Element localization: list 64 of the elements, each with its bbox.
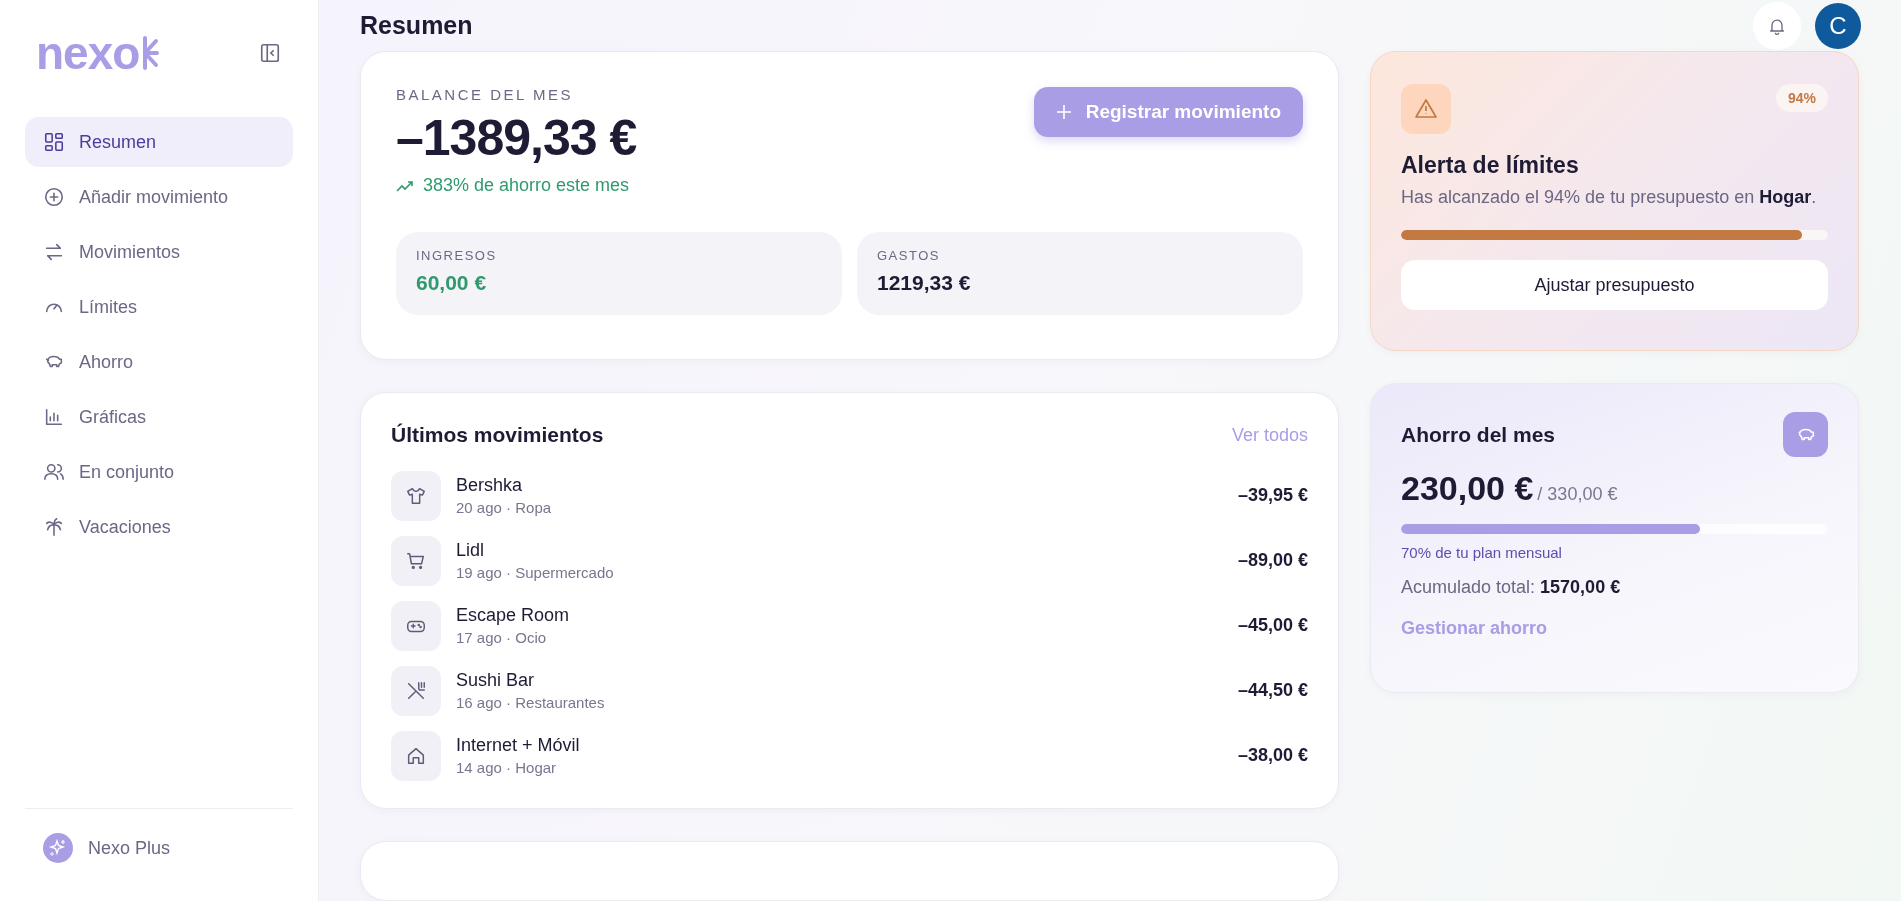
total-label: Acumulado total: — [1401, 577, 1536, 598]
sparkle-icon — [43, 833, 73, 863]
savings-trend-text: 383% de ahorro este mes — [423, 175, 630, 196]
savings-title: Ahorro del mes — [1401, 422, 1556, 447]
category-icon — [391, 470, 441, 521]
nav-icon — [43, 516, 65, 538]
movement-meta: 14 ago · Hogar — [456, 759, 558, 776]
section-title: Últimos movimientos — [391, 423, 604, 447]
plus-icon — [1055, 104, 1072, 120]
nexo-plus-link[interactable]: Nexo Plus — [43, 833, 275, 863]
nav-item[interactable]: Añadir movimiento — [25, 172, 293, 222]
movement-amount: –39,95 € — [1237, 485, 1308, 506]
nav-item[interactable]: Ahorro — [25, 337, 293, 387]
notifications-button[interactable] — [1753, 1, 1801, 50]
category-icon — [391, 665, 441, 716]
movement-amount: –44,50 € — [1237, 680, 1308, 701]
savings-target: / 330,00 € — [1537, 484, 1618, 505]
collapse-sidebar-icon[interactable] — [259, 42, 281, 64]
movement-amount: –38,00 € — [1237, 745, 1308, 766]
warning-icon — [1401, 84, 1451, 134]
piggy-bank-icon — [1783, 412, 1828, 457]
stat-label: GASTOS — [877, 248, 941, 263]
nav-icon — [43, 406, 65, 428]
movement-name: Escape Room — [456, 605, 571, 626]
nav-item[interactable]: Gráficas — [25, 392, 293, 442]
movement-meta: 19 ago · Supermercado — [456, 564, 615, 581]
nav-icon — [43, 241, 65, 263]
user-avatar[interactable]: C — [1815, 2, 1861, 49]
movement-meta: 20 ago · Ropa — [456, 499, 553, 516]
nav-icon — [43, 461, 65, 483]
page-title: Resumen — [360, 11, 473, 40]
movement-name: Lidl — [456, 540, 486, 561]
savings-amount: 230,00 € — [1401, 469, 1534, 508]
logo-text: nexo — [36, 30, 140, 76]
movement-name: Sushi Bar — [456, 670, 536, 691]
alert-title: Alerta de límites — [1401, 152, 1580, 179]
stat-value: 60,00 € — [416, 271, 488, 295]
movement-meta: 16 ago · Restaurantes — [456, 694, 606, 711]
category-icon — [391, 730, 441, 781]
nav-icon — [43, 131, 65, 153]
total-value: 1570,00 € — [1540, 577, 1621, 598]
movement-name: Bershka — [456, 475, 524, 496]
nav-item[interactable]: En conjunto — [25, 447, 293, 497]
nav-item[interactable]: Vacaciones — [25, 502, 293, 552]
nav-icon — [43, 186, 65, 208]
movement-amount: –45,00 € — [1237, 615, 1308, 636]
trend-up-icon — [396, 178, 414, 193]
balance-label: BALANCE DEL MES — [396, 86, 574, 103]
movement-amount: –89,00 € — [1237, 550, 1308, 571]
nav-item[interactable]: Movimientos — [25, 227, 293, 277]
percent-badge: 94% — [1775, 84, 1828, 112]
plan-percent-text: 70% de tu plan mensual — [1401, 544, 1563, 561]
asterisk-icon — [141, 36, 160, 70]
category-icon — [391, 600, 441, 651]
stat-label: INGRESOS — [416, 248, 498, 263]
nav-item[interactable]: Resumen — [25, 117, 293, 167]
balance-amount: –1389,33 € — [396, 109, 637, 167]
alert-message: Has alcanzado el 94% de tu presupuesto en Hogar. — [1401, 187, 1818, 208]
movement-name: Internet + Móvil — [456, 735, 581, 756]
stat-value: 1219,33 € — [877, 271, 972, 295]
movement-meta: 17 ago · Ocio — [456, 629, 548, 646]
category-icon — [391, 535, 441, 586]
nav-item[interactable]: Límites — [25, 282, 293, 332]
adjust-budget-button[interactable]: Ajustar presupuesto — [1401, 260, 1828, 310]
